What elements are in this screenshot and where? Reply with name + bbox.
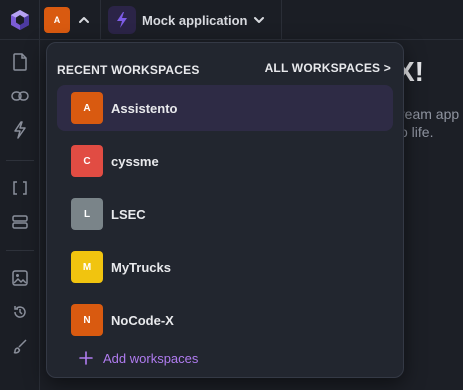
workspace-name: cyssme: [111, 153, 159, 169]
workspace-item[interactable]: L LSEC: [57, 191, 393, 237]
topbar-divider-2: [281, 0, 282, 40]
workspace-name: MyTrucks: [111, 259, 171, 275]
app-window: A Mock application X! ream app o life. R…: [0, 0, 463, 390]
lightning-icon[interactable]: [10, 120, 30, 140]
welcome-text-line: ream app: [400, 106, 460, 122]
add-workspaces-label: Add workspaces: [103, 350, 199, 366]
topbar-divider: [100, 0, 101, 40]
workspace-name: Assistento: [111, 100, 178, 116]
chevron-down-icon: [253, 14, 265, 26]
recent-workspaces-title: RECENT WORKSPACES: [57, 63, 200, 77]
image-icon[interactable]: [10, 268, 30, 288]
workspace-avatar: A: [71, 92, 103, 124]
application-switcher[interactable]: Mock application: [108, 6, 265, 34]
workspace-avatar: N: [71, 304, 103, 336]
workspace-avatar: C: [71, 145, 103, 177]
left-sidebar: [0, 40, 40, 390]
app-name: Mock application: [142, 12, 248, 28]
database-icon[interactable]: [10, 212, 30, 232]
workspace-item[interactable]: N NoCode-X: [57, 297, 393, 343]
chevron-up-icon: [78, 14, 90, 26]
brackets-icon[interactable]: [10, 178, 30, 198]
plus-icon: [79, 351, 93, 365]
dropdown-header: RECENT WORKSPACES ALL WORKSPACES >: [57, 61, 391, 77]
welcome-text-line: o life.: [400, 124, 434, 140]
workspace-switcher[interactable]: A: [44, 6, 100, 34]
workspace-avatar: L: [71, 198, 103, 230]
workspace-name: LSEC: [111, 206, 146, 222]
workspace-item[interactable]: M MyTrucks: [57, 244, 393, 290]
sidebar-separator: [6, 250, 34, 251]
logo[interactable]: [0, 0, 40, 40]
history-icon[interactable]: [10, 302, 30, 322]
file-icon[interactable]: [10, 52, 30, 72]
add-workspaces-button[interactable]: Add workspaces: [79, 349, 198, 367]
workspace-item[interactable]: C cyssme: [57, 138, 393, 184]
link-icon[interactable]: [10, 86, 30, 106]
current-workspace-avatar: A: [44, 7, 70, 33]
sidebar-separator: [6, 160, 34, 161]
brush-icon[interactable]: [10, 336, 30, 356]
workspace-name: NoCode-X: [111, 312, 174, 328]
workspace-item[interactable]: A Assistento: [57, 85, 393, 131]
workspace-dropdown: RECENT WORKSPACES ALL WORKSPACES > A Ass…: [46, 42, 404, 378]
workspace-avatar: M: [71, 251, 103, 283]
lightning-icon: [108, 6, 136, 34]
app-logo-icon: [10, 10, 29, 30]
all-workspaces-link[interactable]: ALL WORKSPACES >: [265, 61, 391, 75]
top-bar: A Mock application: [0, 0, 463, 40]
